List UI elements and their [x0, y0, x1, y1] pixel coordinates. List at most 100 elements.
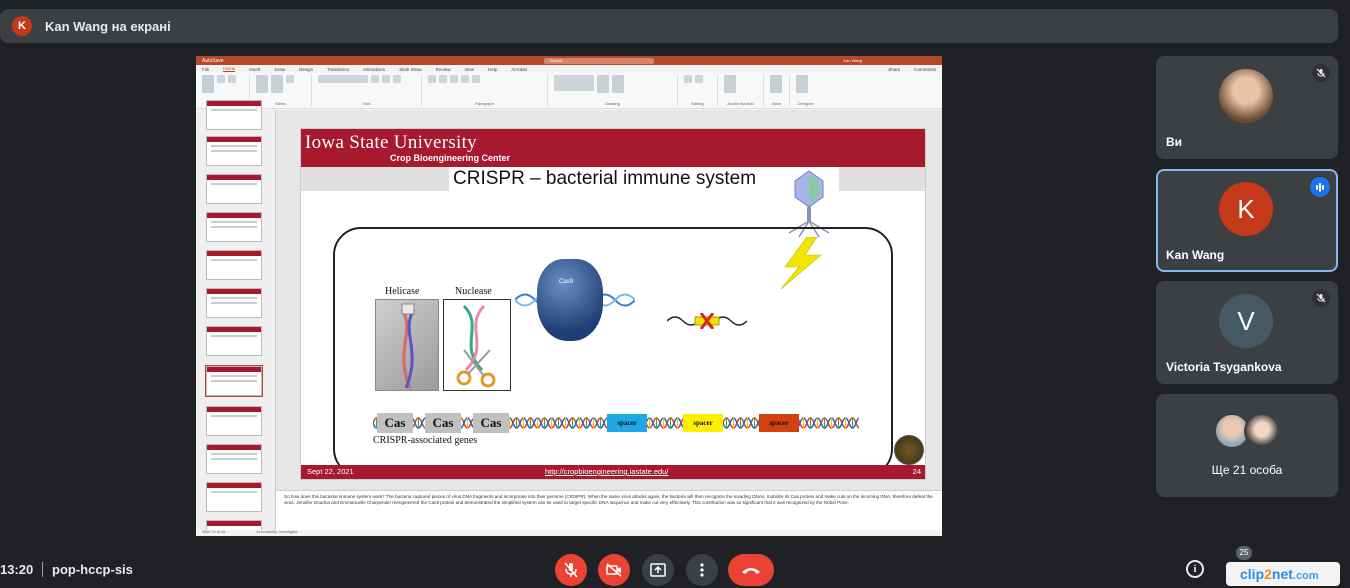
slide-thumbnail[interactable] — [206, 136, 262, 166]
paste-icon[interactable] — [202, 75, 214, 93]
tab-insert[interactable]: Insert — [249, 67, 260, 72]
mic-toggle-button[interactable] — [555, 554, 587, 586]
ribbon-group-drawing: Drawing — [554, 75, 678, 106]
new-slide-icon[interactable] — [256, 75, 268, 93]
slide-thumbnail[interactable] — [206, 406, 262, 436]
shapes-icon[interactable] — [554, 75, 594, 91]
more-participants-label: Ще 21 особа — [1211, 463, 1283, 477]
participant-avatar: V — [1219, 294, 1273, 348]
meeting-code: pop-hccp-sis — [52, 562, 133, 577]
tab-draw[interactable]: Draw — [275, 67, 286, 72]
participant-avatar — [1244, 413, 1280, 449]
ribbon-label: Editing — [691, 101, 704, 106]
slide-thumbnail[interactable] — [206, 100, 262, 130]
layout-icon[interactable] — [286, 75, 294, 83]
ppt-user[interactable]: Kan Wang — [843, 58, 862, 63]
current-slide[interactable]: Iowa State University Crop Bioengineerin… — [300, 128, 926, 480]
slide-thumbnail[interactable] — [206, 482, 262, 512]
cas-gene-box: Cas — [473, 413, 509, 433]
italic-icon[interactable] — [382, 75, 390, 83]
self-photo — [1219, 69, 1273, 123]
footer-url[interactable]: http://cropbioengineering.iastate.edu/ — [545, 467, 668, 476]
tab-home[interactable]: Home — [223, 66, 236, 72]
reuse-slides-icon[interactable] — [271, 75, 283, 93]
participant-tile-others[interactable]: Ще 21 особа — [1156, 394, 1338, 497]
slide-thumbnail[interactable] — [206, 444, 262, 474]
ppt-ribbon: Clipboard Slides Font Paragraph Drawing … — [196, 73, 942, 109]
nuclease-label: Nuclease — [455, 286, 492, 297]
scissors-image — [443, 299, 511, 391]
tab-acrobat[interactable]: Acrobat — [511, 67, 527, 72]
spacer-box: spacer — [683, 414, 723, 432]
ribbon-label: Voice — [771, 101, 782, 106]
camera-toggle-button[interactable] — [598, 554, 630, 586]
create-pdf-icon[interactable] — [724, 75, 736, 93]
slide-thumbnails[interactable] — [196, 100, 276, 536]
ribbon-group-slides: Slides — [256, 75, 312, 106]
tab-review[interactable]: Review — [436, 67, 451, 72]
tab-view[interactable]: View — [464, 67, 474, 72]
slide-thumbnail[interactable] — [206, 250, 262, 280]
hang-up-icon — [742, 568, 760, 574]
align-center-icon[interactable] — [461, 75, 469, 83]
zipper-image — [375, 299, 439, 391]
slide-thumbnail[interactable] — [206, 174, 262, 204]
lab-logo — [894, 435, 924, 465]
comments-button[interactable]: Comments — [914, 67, 936, 72]
ribbon-label: Adobe Acrobat — [727, 101, 754, 106]
accessibility-status[interactable]: Accessibility: Investigate — [256, 530, 297, 534]
bold-icon[interactable] — [371, 75, 379, 83]
watermark: clip2net.com — [1226, 562, 1340, 586]
speaker-notes[interactable]: So how does this bacterial immune system… — [276, 490, 942, 530]
cut-icon[interactable] — [217, 75, 225, 83]
camera-off-icon — [606, 563, 622, 577]
dictate-icon[interactable] — [770, 75, 782, 93]
divider — [42, 562, 43, 577]
tab-file[interactable]: File — [202, 67, 209, 72]
ribbon-group-font: Font — [318, 75, 422, 106]
find-icon[interactable] — [684, 75, 692, 83]
design-ideas-icon[interactable] — [796, 75, 808, 93]
participant-tile-kan-wang[interactable]: K Kan Wang — [1156, 169, 1338, 272]
ribbon-group-voice: Voice — [770, 75, 790, 106]
present-button[interactable] — [642, 554, 674, 586]
tab-help[interactable]: Help — [488, 67, 497, 72]
ppt-tabs: File Home Insert Draw Design Transitions… — [196, 65, 942, 73]
tab-animations[interactable]: Animations — [363, 67, 385, 72]
tab-design[interactable]: Design — [299, 67, 313, 72]
slide-thumbnail[interactable] — [206, 288, 262, 318]
ppt-search[interactable]: Search — [543, 57, 654, 64]
arrange-icon[interactable] — [597, 75, 609, 93]
underline-icon[interactable] — [393, 75, 401, 83]
more-vert-icon — [700, 563, 704, 577]
slide-thumbnail[interactable] — [206, 326, 262, 356]
participant-tile-victoria[interactable]: V Victoria Tsygankova — [1156, 281, 1338, 384]
copy-icon[interactable] — [228, 75, 236, 83]
more-options-button[interactable] — [686, 554, 718, 586]
quick-styles-icon[interactable] — [612, 75, 624, 93]
info-icon[interactable]: i — [1186, 560, 1204, 578]
align-right-icon[interactable] — [472, 75, 480, 83]
slide-thumbnail[interactable] — [206, 212, 262, 242]
ribbon-group-paragraph: Paragraph — [428, 75, 548, 106]
autosave-label[interactable]: AutoSave — [202, 58, 224, 64]
align-left-icon[interactable] — [450, 75, 458, 83]
replace-icon[interactable] — [695, 75, 703, 83]
numbering-icon[interactable] — [439, 75, 447, 83]
slide-canvas[interactable]: Iowa State University Crop Bioengineerin… — [276, 110, 942, 490]
share-button[interactable]: Share — [888, 67, 900, 72]
slide-thumbnail-selected[interactable] — [205, 365, 263, 397]
ribbon-label: Slides — [275, 101, 286, 106]
ribbon-label: Font — [362, 101, 371, 106]
helicase-label: Helicase — [385, 286, 420, 297]
watermark-part: 2 — [1264, 566, 1272, 582]
leave-call-button[interactable] — [728, 554, 774, 586]
page-number: 24 — [912, 467, 921, 476]
participant-tile-self[interactable]: Ви — [1156, 56, 1338, 159]
bullets-icon[interactable] — [428, 75, 436, 83]
watermark-part: clip — [1240, 566, 1265, 582]
ribbon-group-acrobat: Adobe Acrobat — [724, 75, 764, 106]
tab-slide-show[interactable]: Slide Show — [399, 67, 422, 72]
font-selector[interactable] — [318, 75, 368, 83]
tab-transitions[interactable]: Transitions — [327, 67, 349, 72]
